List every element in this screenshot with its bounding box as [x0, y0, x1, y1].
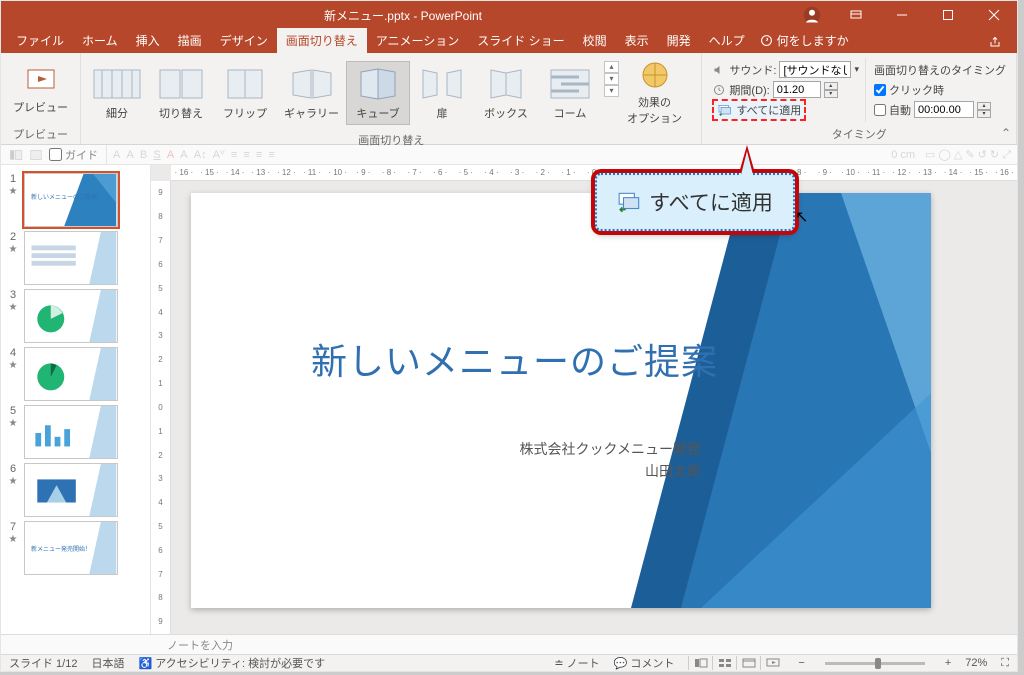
slide-subtitle-1[interactable]: 株式会社クックメニュー開発: [520, 438, 701, 460]
window-title: 新メニュー.pptx - PowerPoint: [11, 7, 795, 24]
tab-file[interactable]: ファイル: [7, 28, 73, 53]
gallery-down[interactable]: ▾: [604, 73, 619, 85]
zoom-in-button[interactable]: +: [945, 657, 951, 669]
clock-icon: [712, 84, 726, 96]
tab-slideshow[interactable]: スライド ショー: [468, 28, 573, 53]
zoom-value[interactable]: 72%: [965, 657, 987, 669]
slide-canvas[interactable]: 新しいメニューのご提案 株式会社クックメニュー開発 山田太郎: [191, 193, 931, 608]
thumb-4[interactable]: [24, 347, 118, 401]
tab-transitions[interactable]: 画面切り替え: [277, 28, 367, 53]
tab-design[interactable]: デザイン: [211, 28, 277, 53]
transition-box[interactable]: ボックス: [474, 61, 538, 125]
fit-window-icon[interactable]: ⛶: [1001, 657, 1009, 670]
close-button[interactable]: [971, 1, 1017, 29]
slide-subtitle-2[interactable]: 山田太郎: [520, 460, 701, 482]
normal-layout-icon[interactable]: [29, 148, 43, 162]
apply-to-all-button[interactable]: すべてに適用: [712, 99, 806, 121]
account-icon[interactable]: [795, 4, 829, 26]
slide-title[interactable]: 新しいメニューのご提案: [311, 333, 718, 385]
sound-select[interactable]: [779, 61, 851, 78]
slide-thumbnail-panel[interactable]: 1★新しいメニューのご提案 2★ 3★ 4★ 5★ 6★ 7★新メニュー発売開始…: [1, 165, 151, 634]
cursor-icon: ↖: [795, 207, 808, 227]
transition-doors[interactable]: 扉: [410, 61, 474, 125]
horizontal-ruler: · 16 ·· 15 ·· 14 ·· 13 ·· 12 ·· 11 ·· 10…: [171, 165, 1017, 181]
tab-developer[interactable]: 開発: [658, 28, 700, 53]
thumb-7[interactable]: 新メニュー発売開始！: [24, 521, 118, 575]
auto-up[interactable]: ▴: [977, 102, 991, 110]
transition-gallery[interactable]: 細分 切り替え フリップ ギャラリー キューブ 扉 ボックス コーム ▴ ▾ ▾: [85, 61, 619, 125]
tab-view[interactable]: 表示: [616, 28, 658, 53]
ribbon-display-icon[interactable]: [833, 1, 879, 29]
duration-up[interactable]: ▴: [824, 82, 838, 90]
zoom-slider[interactable]: [825, 662, 925, 665]
tell-me[interactable]: 何をしますか: [754, 32, 855, 53]
thumb-2[interactable]: [24, 231, 118, 285]
gallery-more[interactable]: ▾: [604, 85, 619, 97]
notes-placeholder[interactable]: ノートを入力: [167, 637, 233, 653]
minimize-button[interactable]: [879, 1, 925, 29]
tab-animations[interactable]: アニメーション: [367, 28, 469, 53]
tab-help[interactable]: ヘルプ: [700, 28, 754, 53]
collapse-ribbon-icon[interactable]: ⌃: [1001, 126, 1011, 140]
zoom-out-button[interactable]: −: [798, 657, 804, 669]
maximize-button[interactable]: [925, 1, 971, 29]
view-slideshow-icon[interactable]: [760, 656, 784, 670]
preview-button[interactable]: プレビュー: [5, 60, 76, 119]
transition-gallery-eff[interactable]: ギャラリー: [277, 61, 346, 125]
auto-down[interactable]: ▾: [977, 110, 991, 118]
transition-cube[interactable]: キューブ: [346, 61, 410, 125]
group-preview-label: プレビュー: [1, 126, 80, 144]
share-button[interactable]: [979, 31, 1011, 53]
view-sorter-icon[interactable]: [712, 656, 736, 670]
view-reading-icon[interactable]: [736, 656, 760, 670]
tab-home[interactable]: ホーム: [73, 28, 127, 53]
auto-advance-input[interactable]: [914, 101, 974, 118]
guide-checkbox[interactable]: [49, 148, 62, 161]
status-accessibility[interactable]: ♿ アクセシビリティ: 検討が必要です: [138, 655, 325, 671]
status-language[interactable]: 日本語: [91, 655, 124, 671]
transition-comb[interactable]: コーム: [538, 61, 602, 125]
thumb-3[interactable]: [24, 289, 118, 343]
transition-switch[interactable]: 切り替え: [149, 61, 213, 125]
transition-subdivide[interactable]: 細分: [85, 61, 149, 125]
status-slide-number: スライド 1/12: [9, 655, 77, 671]
group-timing-label: タイミング: [702, 126, 1016, 144]
tab-review[interactable]: 校閲: [574, 28, 616, 53]
tab-insert[interactable]: 挿入: [127, 28, 169, 53]
sound-icon: [712, 64, 726, 76]
duration-down[interactable]: ▾: [824, 90, 838, 98]
outline-layout-icon[interactable]: [9, 148, 23, 162]
status-comments-button[interactable]: 💬 コメント: [614, 655, 675, 671]
on-click-checkbox[interactable]: [874, 84, 886, 96]
duration-input[interactable]: [773, 81, 821, 98]
tab-draw[interactable]: 描画: [169, 28, 211, 53]
effect-options-button[interactable]: 効果の オプション: [619, 55, 690, 130]
status-notes-button[interactable]: ≐ ノート: [554, 655, 599, 671]
transition-flip[interactable]: フリップ: [213, 61, 277, 125]
auto-advance-checkbox[interactable]: [874, 104, 886, 116]
thumb-1[interactable]: 新しいメニューのご提案: [24, 173, 118, 227]
thumb-6[interactable]: [24, 463, 118, 517]
vertical-ruler: 9876543210123456789: [151, 181, 171, 634]
thumb-5[interactable]: [24, 405, 118, 459]
gallery-up[interactable]: ▴: [604, 61, 619, 73]
view-normal-icon[interactable]: [688, 656, 712, 670]
